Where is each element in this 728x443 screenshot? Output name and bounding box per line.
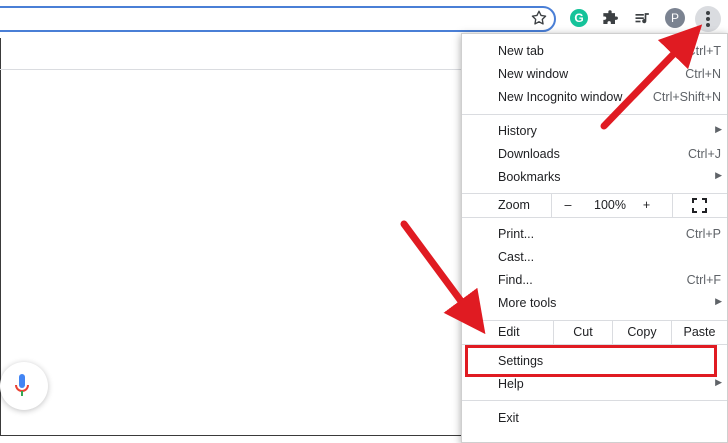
arrow-to-menu-button (600, 24, 703, 130)
arrow-to-settings (400, 220, 486, 335)
annotation-arrows (400, 24, 703, 335)
